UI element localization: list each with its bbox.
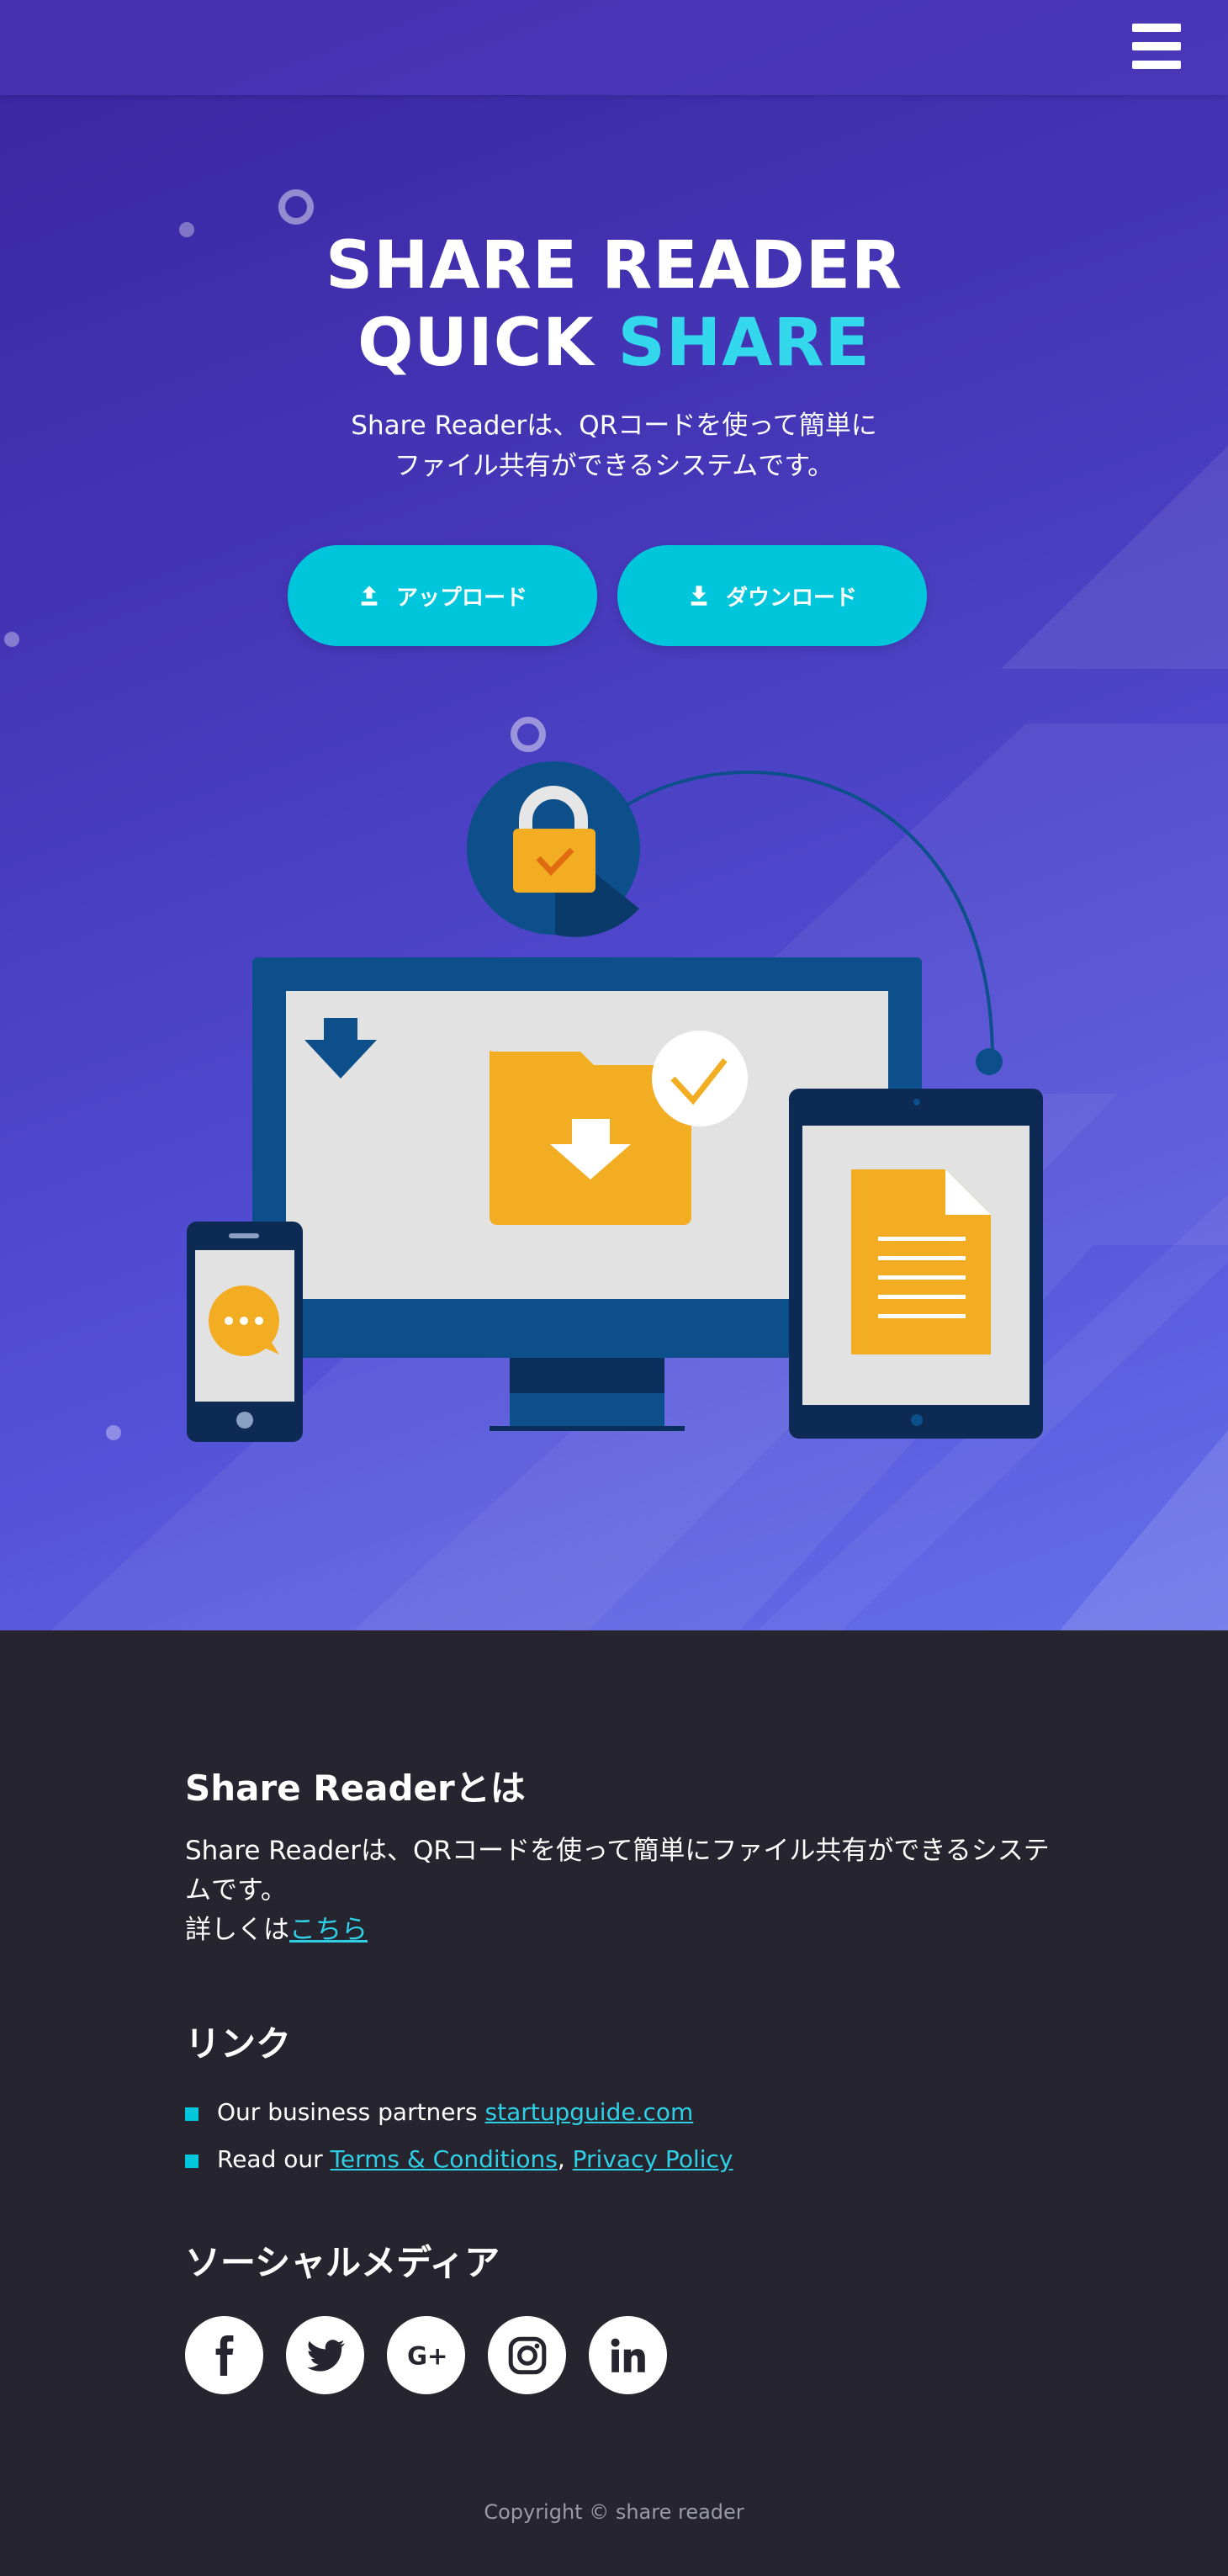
hero-subtitle: Share Readerは、QRコードを使って簡単に ファイル共有ができるシステ… — [0, 405, 1228, 486]
about-more-prefix: 詳しくは — [185, 1915, 289, 1945]
linkedin-icon[interactable] — [589, 2316, 667, 2394]
about-description: Share Readerは、QRコードを使って簡単にファイル共有ができるシステム… — [185, 1836, 1050, 1905]
download-button-label: ダウンロード — [725, 585, 857, 611]
hero-text-block: SHARE READER QUICK SHARE Share Readerは、Q… — [0, 227, 1228, 486]
list-item: Read our Terms & Conditions, Privacy Pol… — [185, 2136, 1060, 2183]
terms-prefix: Read our — [217, 2145, 331, 2173]
instagram-icon[interactable] — [488, 2316, 566, 2394]
hero-title-line2-share: SHARE — [617, 305, 871, 381]
terms-separator: , — [557, 2145, 573, 2173]
lock-icon — [467, 761, 640, 937]
download-icon — [691, 586, 707, 606]
links-list: Our business partners startupguide.com R… — [185, 2089, 1060, 2183]
upload-button[interactable]: アップロード — [288, 545, 597, 646]
hamburger-menu-icon[interactable] — [1132, 24, 1181, 69]
privacy-policy-link[interactable]: Privacy Policy — [573, 2145, 733, 2173]
about-section: Share Readerとは Share Readerは、QRコードを使って簡単… — [185, 1760, 1060, 1950]
list-item: Our business partners startupguide.com — [185, 2089, 1060, 2136]
facebook-icon[interactable] — [185, 2316, 263, 2394]
download-button[interactable]: ダウンロード — [617, 545, 927, 646]
social-icons-row: G+ — [185, 2316, 1060, 2394]
social-section: ソーシャルメディア G+ — [185, 2234, 1060, 2394]
hero-title-line2-quick: QUICK — [357, 305, 595, 381]
about-text: Share Readerは、QRコードを使って簡単にファイル共有ができるシステム… — [185, 1831, 1060, 1950]
about-more-link[interactable]: こちら — [289, 1915, 368, 1945]
hero-section: SHARE READER QUICK SHARE Share Readerは、Q… — [0, 0, 1228, 1630]
svg-text:G+: G+ — [407, 2341, 447, 2370]
footer: Share Readerとは Share Readerは、QRコードを使って簡単… — [0, 1630, 1228, 2576]
links-section: リンク Our business partners startupguide.c… — [185, 2016, 1060, 2183]
upload-icon — [361, 586, 378, 606]
smartphone-icon — [187, 1222, 303, 1442]
upload-button-label: アップロード — [395, 585, 527, 611]
social-heading: ソーシャルメディア — [185, 2242, 500, 2283]
google-plus-icon[interactable]: G+ — [387, 2316, 465, 2394]
links-heading: リンク — [185, 2023, 292, 2065]
hero-subtitle-line2: ファイル共有ができるシステムです。 — [394, 451, 834, 481]
twitter-icon[interactable] — [286, 2316, 364, 2394]
hero-title-line1: SHARE READER — [325, 228, 903, 304]
terms-link[interactable]: Terms & Conditions — [331, 2145, 558, 2173]
partners-prefix: Our business partners — [217, 2098, 485, 2126]
hero-subtitle-line1: Share Readerは、QRコードを使って簡単に — [351, 411, 877, 441]
hero-title: SHARE READER QUICK SHARE — [0, 227, 1228, 382]
about-heading: Share Readerとは — [185, 1768, 526, 1809]
partners-link[interactable]: startupguide.com — [485, 2098, 694, 2126]
copyright-text: Copyright © share reader — [484, 2500, 744, 2524]
top-navigation-bar — [0, 0, 1228, 95]
tablet-icon — [789, 1089, 1043, 1439]
